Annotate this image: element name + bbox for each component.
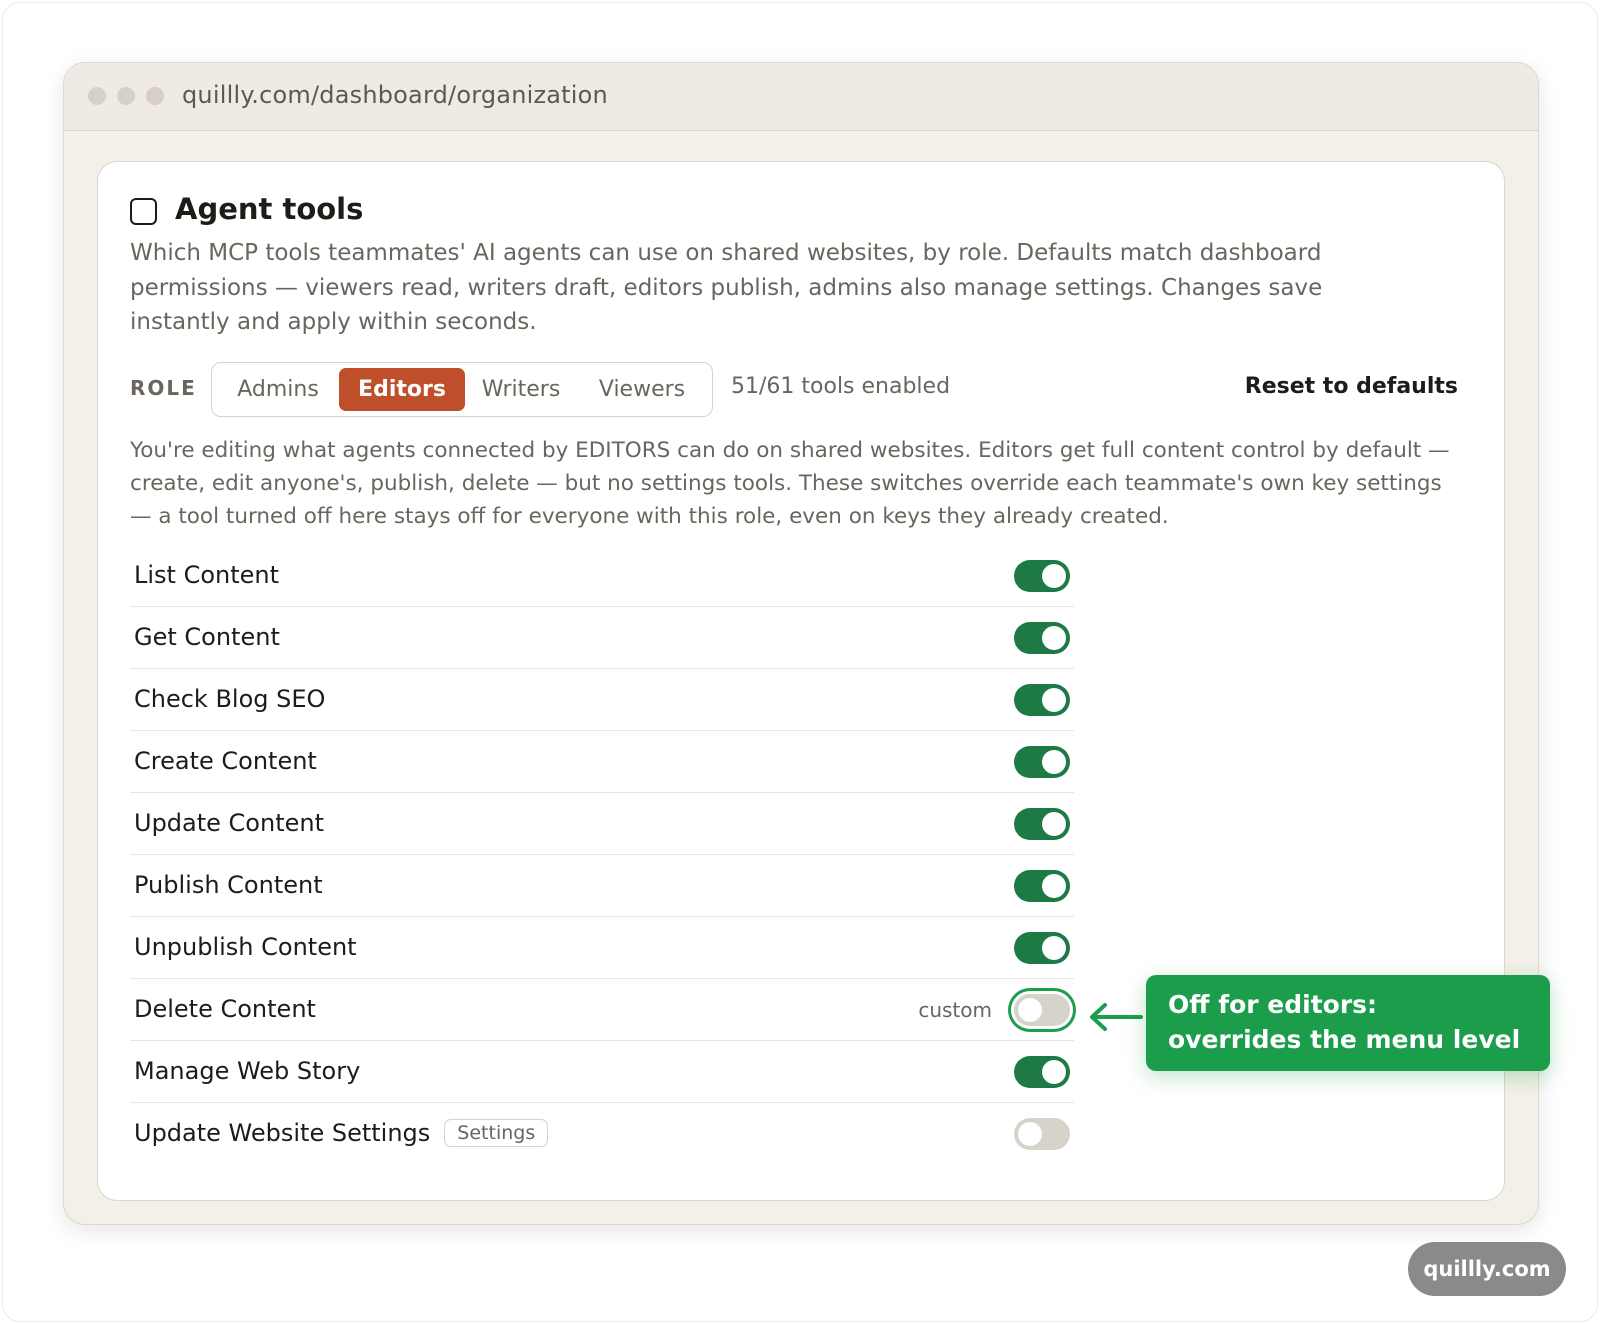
tool-toggle-update-website-settings[interactable] (1014, 1118, 1070, 1150)
tool-label: Delete Content (134, 995, 316, 1023)
tool-row-check-blog-seo: Check Blog SEO (130, 669, 1074, 731)
toggle-knob (1018, 998, 1042, 1022)
tool-toggle-publish-content[interactable] (1014, 870, 1070, 902)
tool-row-update-website-settings: Update Website Settings Settings (130, 1103, 1074, 1165)
tool-toggle-create-content[interactable] (1014, 746, 1070, 778)
tool-row-unpublish-content: Unpublish Content (130, 917, 1074, 979)
tool-row-manage-web-story: Manage Web Story (130, 1041, 1074, 1103)
tool-label: Manage Web Story (134, 1057, 361, 1085)
tool-toggle-update-content[interactable] (1014, 808, 1070, 840)
tool-toggle-list-content[interactable] (1014, 560, 1070, 592)
reset-to-defaults-button[interactable]: Reset to defaults (1245, 374, 1458, 399)
toggle-knob (1042, 564, 1066, 588)
role-tab-viewers[interactable]: Viewers (578, 368, 706, 411)
toggle-knob (1042, 874, 1066, 898)
settings-badge: Settings (444, 1119, 549, 1147)
tool-label: Update Website Settings Settings (134, 1119, 549, 1147)
tool-row-publish-content: Publish Content (130, 855, 1074, 917)
role-segmented-control: Admins Editors Writers Viewers (211, 362, 713, 417)
custom-override-tag: custom (918, 998, 992, 1022)
tools-list: List Content Get Content Check Blog SEO … (130, 545, 1074, 1165)
tool-row-create-content: Create Content (130, 731, 1074, 793)
tool-label: Unpublish Content (134, 933, 357, 961)
address-bar-url[interactable]: quillly.com/dashboard/organization (182, 81, 608, 109)
tool-toggle-get-content[interactable] (1014, 622, 1070, 654)
card-title: Agent tools (175, 192, 364, 226)
toggle-knob (1042, 812, 1066, 836)
window-minimize-dot[interactable] (117, 87, 135, 105)
tool-label: Create Content (134, 747, 317, 775)
role-tab-editors[interactable]: Editors (339, 368, 465, 411)
callout-line-1: Off for editors: (1168, 990, 1378, 1019)
role-tab-writers[interactable]: Writers (467, 368, 575, 411)
toggle-knob (1042, 1060, 1066, 1084)
tool-row-get-content: Get Content (130, 607, 1074, 669)
window-close-dot[interactable] (88, 87, 106, 105)
tool-label: Update Content (134, 809, 324, 837)
tool-label: Check Blog SEO (134, 685, 326, 713)
arrow-left-icon (1090, 1003, 1143, 1031)
role-label: ROLE (130, 376, 197, 400)
tool-row-list-content: List Content (130, 545, 1074, 607)
checkbox-icon[interactable] (130, 198, 157, 225)
brand-watermark: quillly.com (1408, 1242, 1566, 1296)
tool-toggle-delete-content[interactable] (1014, 994, 1070, 1026)
toggle-knob (1018, 1122, 1042, 1146)
tools-enabled-count: 51/61 tools enabled (731, 374, 951, 399)
toggle-knob (1042, 750, 1066, 774)
tool-toggle-unpublish-content[interactable] (1014, 932, 1070, 964)
role-tab-admins[interactable]: Admins (220, 368, 336, 411)
toggle-knob (1042, 626, 1066, 650)
tool-row-update-content: Update Content (130, 793, 1074, 855)
browser-titlebar: quillly.com/dashboard/organization (64, 63, 1538, 131)
tool-toggle-manage-web-story[interactable] (1014, 1056, 1070, 1088)
tool-label: Publish Content (134, 871, 323, 899)
annotation-callout: Off for editors: overrides the menu leve… (1146, 975, 1550, 1071)
callout-line-2: overrides the menu level (1168, 1025, 1521, 1054)
card-description: Which MCP tools teammates' AI agents can… (130, 240, 1323, 335)
tool-label: List Content (134, 561, 280, 589)
window-maximize-dot[interactable] (146, 87, 164, 105)
tool-label: Get Content (134, 623, 280, 651)
tool-label-text: Update Website Settings (134, 1119, 431, 1147)
role-editing-note: You're editing what agents connected by … (130, 438, 1450, 529)
tool-row-delete-content: Delete Content custom (130, 979, 1074, 1041)
tool-toggle-check-blog-seo[interactable] (1014, 684, 1070, 716)
toggle-knob (1042, 688, 1066, 712)
toggle-knob (1042, 936, 1066, 960)
